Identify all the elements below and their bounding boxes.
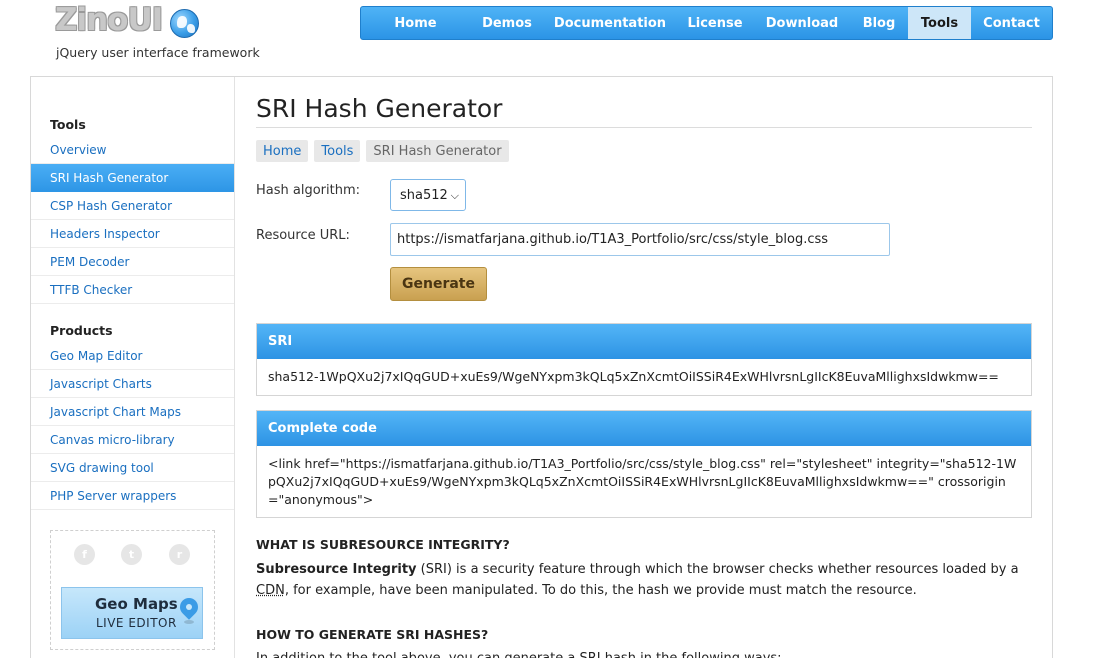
sidebar-item-php-server-wrappers[interactable]: PHP Server wrappers [31, 482, 234, 510]
sidebar-item-overview[interactable]: Overview [31, 136, 234, 164]
breadcrumb: Home Tools SRI Hash Generator [256, 140, 509, 162]
sidebar-item-csp-hash-generator[interactable]: CSP Hash Generator [31, 192, 234, 220]
nav-download[interactable]: Download [754, 7, 850, 39]
hash-algorithm-select[interactable]: sha512 ⌵ [390, 179, 466, 211]
tagline: jQuery user interface framework [56, 45, 260, 60]
section-heading-how-to-generate: HOW TO GENERATE SRI HASHES? [256, 627, 489, 642]
sidebar-item-geo-map-editor[interactable]: Geo Map Editor [31, 342, 234, 370]
breadcrumb-home[interactable]: Home [256, 140, 309, 162]
chevron-down-icon: ⌵ [450, 189, 459, 202]
sri-panel: SRI sha512-1WpQXu2j7xIQqGUD+xuEs9/WgeNYx… [256, 323, 1032, 396]
section-paragraph-what-is-sri: Subresource Integrity (SRI) is a securit… [256, 559, 1032, 601]
resource-url-input[interactable]: https://ismatfarjana.github.io/T1A3_Port… [390, 223, 890, 256]
sidebar-item-javascript-chart-maps[interactable]: Javascript Chart Maps [31, 398, 234, 426]
sri-text-a: (SRI) is a security feature through whic… [416, 562, 1019, 577]
globe-icon [170, 9, 199, 38]
social-box: f t r Geo Maps LIVE EDITOR [50, 530, 215, 650]
map-pin-icon [176, 594, 202, 620]
map-pin-shadow [184, 620, 194, 624]
nav-contact[interactable]: Contact [971, 7, 1052, 39]
content: SRI Hash Generator Home Tools SRI Hash G… [256, 77, 1032, 658]
main-card: Tools Overview SRI Hash Generator CSP Ha… [30, 76, 1053, 658]
hash-algorithm-value: sha512 [400, 187, 448, 203]
resource-url-label: Resource URL: [256, 228, 350, 243]
hash-algorithm-label: Hash algorithm: [256, 183, 361, 198]
nav-license[interactable]: License [676, 7, 754, 39]
sidebar-item-sri-hash-generator[interactable]: SRI Hash Generator [31, 164, 234, 192]
complete-code-title: Complete code [257, 411, 1031, 446]
sri-value[interactable]: sha512-1WpQXu2j7xIQqGUD+xuEs9/WgeNYxpm3k… [257, 359, 1031, 395]
sidebar-item-pem-decoder[interactable]: PEM Decoder [31, 248, 234, 276]
sri-panel-title: SRI [257, 324, 1031, 359]
geo-maps-banner[interactable]: Geo Maps LIVE EDITOR [61, 587, 203, 639]
sri-term: Subresource Integrity [256, 562, 417, 577]
section-heading-what-is-sri: WHAT IS SUBRESOURCE INTEGRITY? [256, 537, 510, 552]
nav-blog[interactable]: Blog [850, 7, 908, 39]
nav-documentation[interactable]: Documentation [544, 7, 676, 39]
logo-text: ZinoUI [55, 2, 163, 38]
facebook-icon[interactable]: f [74, 544, 95, 565]
sidebar-item-javascript-charts[interactable]: Javascript Charts [31, 370, 234, 398]
top-navigation: Home Demos Documentation License Downloa… [360, 6, 1053, 40]
geo-banner-title: Geo Maps [95, 595, 178, 613]
sidebar-item-headers-inspector[interactable]: Headers Inspector [31, 220, 234, 248]
rss-icon[interactable]: r [169, 544, 190, 565]
nav-tools[interactable]: Tools [908, 7, 971, 39]
title-divider [256, 127, 1032, 128]
sidebar-item-svg-drawing-tool[interactable]: SVG drawing tool [31, 454, 234, 482]
nav-home[interactable]: Home [361, 7, 470, 39]
twitter-icon[interactable]: t [121, 544, 142, 565]
geo-banner-subtitle: LIVE EDITOR [96, 616, 177, 630]
page-title: SRI Hash Generator [256, 94, 503, 123]
breadcrumb-current: SRI Hash Generator [366, 140, 509, 162]
sidebar: Tools Overview SRI Hash Generator CSP Ha… [31, 77, 235, 658]
nav-demos[interactable]: Demos [470, 7, 544, 39]
sri-text-b: , for example, have been manipulated. To… [284, 583, 917, 598]
complete-code-value[interactable]: <link href="https://ismatfarjana.github.… [257, 446, 1031, 517]
generate-button[interactable]: Generate [390, 267, 487, 301]
breadcrumb-tools[interactable]: Tools [314, 140, 361, 162]
cdn-abbr: CDN [256, 583, 285, 598]
section-paragraph-how-to-generate: In addition to the tool above, you can g… [256, 648, 1032, 658]
sidebar-item-ttfb-checker[interactable]: TTFB Checker [31, 276, 234, 304]
sidebar-products-title: Products [50, 323, 113, 338]
sidebar-item-canvas-micro-library[interactable]: Canvas micro-library [31, 426, 234, 454]
sidebar-tools-title: Tools [50, 117, 86, 132]
complete-code-panel: Complete code <link href="https://ismatf… [256, 410, 1032, 518]
logo[interactable]: ZinoUI jQuery user interface framework [55, 2, 260, 62]
